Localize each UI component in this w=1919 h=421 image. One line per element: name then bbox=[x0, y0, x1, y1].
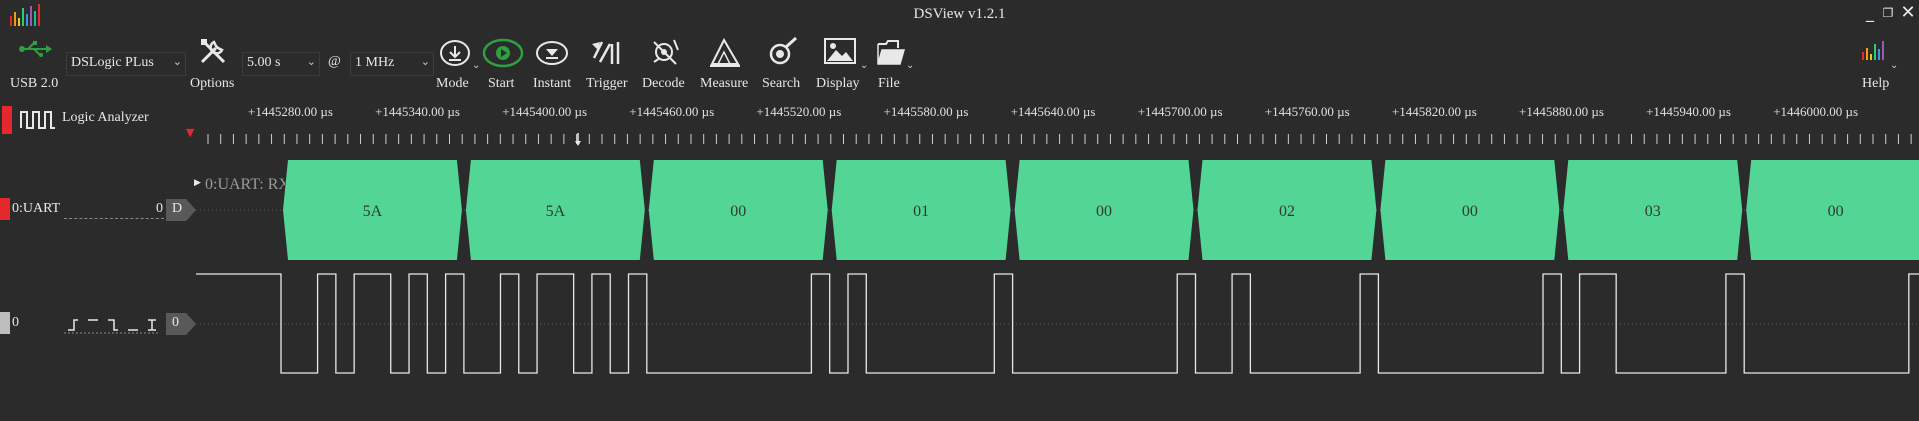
instant-icon bbox=[536, 41, 568, 65]
display-label: Display bbox=[816, 76, 860, 91]
ruler-label: +1445820.00 µs bbox=[1391, 104, 1477, 119]
cursor-marker-icon[interactable] bbox=[574, 133, 582, 147]
decoded-byte-value: 00 bbox=[1828, 203, 1844, 220]
mode-icon bbox=[440, 40, 470, 66]
options-label: Options bbox=[190, 76, 235, 91]
decoded-byte[interactable]: 02 bbox=[1197, 160, 1377, 260]
ruler-label: +1445700.00 µs bbox=[1137, 104, 1223, 119]
decoded-byte[interactable]: 00 bbox=[648, 160, 828, 260]
trigger-button[interactable]: Trigger bbox=[584, 32, 630, 94]
ruler-label: +1446000.00 µs bbox=[1773, 104, 1859, 119]
decoded-byte-value: 5A bbox=[363, 203, 383, 220]
at-sign: @ bbox=[328, 54, 341, 69]
decoded-byte-value: 00 bbox=[1462, 203, 1478, 220]
decoded-byte-value: 03 bbox=[1645, 203, 1661, 220]
ruler-label: +1445280.00 µs bbox=[248, 104, 333, 119]
decoded-byte-value: 00 bbox=[1096, 203, 1112, 220]
logic-waveform bbox=[196, 273, 1919, 374]
help-button[interactable]: ⌄ Help bbox=[1856, 32, 1899, 94]
chevron-down-icon: ⌄ bbox=[172, 55, 182, 68]
measure-icon bbox=[710, 37, 740, 67]
title-bar: DSView v1.2.1 _ ❐ ✕ bbox=[0, 0, 1919, 32]
trigger-icon bbox=[592, 41, 620, 64]
decoder-row: 5A 5A 00 01 00 02 00 03 00 bbox=[196, 160, 1919, 260]
device-select-value: DSLogic PLus bbox=[71, 55, 154, 70]
trigger-label: Trigger bbox=[586, 76, 628, 91]
decoded-byte-value: 02 bbox=[1279, 203, 1295, 220]
duration-select-value: 5.00 s bbox=[247, 55, 281, 70]
ruler-label: +1445640.00 µs bbox=[1010, 104, 1096, 119]
samplerate-select-value: 1 MHz bbox=[355, 55, 395, 70]
decoded-byte[interactable]: 00 bbox=[1746, 160, 1919, 260]
start-label: Start bbox=[488, 76, 515, 91]
measure-label: Measure bbox=[700, 76, 749, 91]
usb-status: USB 2.0 bbox=[8, 32, 60, 94]
device-select[interactable]: DSLogic PLus ⌄ bbox=[66, 52, 186, 76]
search-icon bbox=[769, 36, 798, 65]
instant-button[interactable]: Instant bbox=[530, 32, 574, 94]
help-dropdown-icon: ⌄ bbox=[1890, 60, 1899, 71]
decoded-byte[interactable]: 01 bbox=[831, 160, 1011, 260]
ruler-label: +1445520.00 µs bbox=[756, 104, 842, 119]
file-dropdown-icon: ⌄ bbox=[906, 60, 915, 71]
usb-icon bbox=[19, 41, 52, 57]
options-icon bbox=[200, 39, 226, 64]
mode-dropdown-icon: ⌄ bbox=[472, 60, 481, 71]
file-button[interactable]: ⌄ File bbox=[874, 32, 914, 94]
file-icon bbox=[877, 40, 905, 65]
ruler-label: +1445460.00 µs bbox=[629, 104, 715, 119]
help-icon bbox=[1862, 41, 1884, 60]
display-button[interactable]: ⌄ Display bbox=[814, 32, 868, 94]
ruler-label: +1445340.00 µs bbox=[375, 104, 460, 119]
search-button[interactable]: Search bbox=[760, 32, 806, 94]
ruler-ticks bbox=[207, 134, 1912, 144]
decode-label: Decode bbox=[642, 76, 685, 91]
decoded-byte[interactable]: 00 bbox=[1380, 160, 1560, 260]
ruler-label: +1445760.00 µs bbox=[1264, 104, 1350, 119]
mode-button[interactable]: ⌄ Mode bbox=[434, 32, 482, 94]
ruler-label: +1445580.00 µs bbox=[883, 104, 969, 119]
ruler-label: +1445940.00 µs bbox=[1646, 104, 1731, 119]
decoded-byte[interactable]: 03 bbox=[1563, 160, 1743, 260]
decode-button[interactable]: Decode bbox=[640, 32, 690, 94]
decoded-byte-value: 5A bbox=[546, 203, 566, 220]
ruler-label: +1445400.00 µs bbox=[502, 104, 588, 119]
search-label: Search bbox=[762, 76, 801, 91]
display-icon bbox=[824, 38, 856, 64]
display-dropdown-icon: ⌄ bbox=[860, 60, 869, 71]
decoded-byte-value: 01 bbox=[913, 203, 929, 220]
start-button[interactable]: Start bbox=[482, 32, 524, 94]
ruler-label: +1445880.00 µs bbox=[1519, 104, 1604, 119]
instant-label: Instant bbox=[533, 76, 572, 91]
minimize-button[interactable]: _ bbox=[1860, 3, 1880, 23]
options-button[interactable]: Options bbox=[188, 32, 238, 94]
toolbar: USB 2.0 DSLogic PLus ⌄ Options 5.00 s ⌄ … bbox=[0, 32, 1919, 96]
window-title: DSView v1.2.1 bbox=[913, 6, 1006, 22]
file-label: File bbox=[878, 76, 900, 91]
samplerate-select[interactable]: 1 MHz ⌄ bbox=[350, 52, 434, 76]
decoded-byte-value: 00 bbox=[730, 203, 746, 220]
chevron-down-icon: ⌄ bbox=[306, 55, 316, 68]
decoded-byte[interactable]: 5A bbox=[283, 160, 462, 260]
decode-icon bbox=[653, 39, 679, 65]
start-icon bbox=[482, 38, 524, 68]
chevron-down-icon: ⌄ bbox=[420, 55, 430, 68]
help-label: Help bbox=[1862, 76, 1890, 91]
duration-select[interactable]: 5.00 s ⌄ bbox=[242, 52, 320, 76]
restore-button[interactable]: ❐ bbox=[1878, 3, 1898, 23]
close-button[interactable]: ✕ bbox=[1898, 3, 1918, 23]
decoded-byte[interactable]: 5A bbox=[465, 160, 645, 260]
decoded-byte[interactable]: 00 bbox=[1014, 160, 1194, 260]
usb-label: USB 2.0 bbox=[10, 76, 59, 91]
measure-button[interactable]: Measure bbox=[698, 32, 752, 94]
mode-label: Mode bbox=[436, 76, 469, 91]
